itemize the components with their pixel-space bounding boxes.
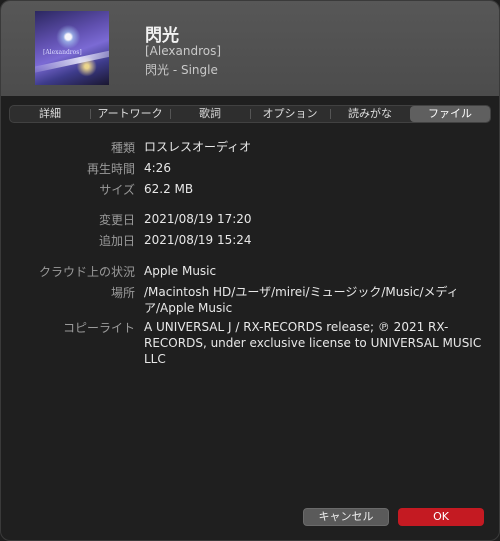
duration-value: 4:26 <box>144 161 171 175</box>
cloud-label: クラウド上の状況 <box>38 265 135 279</box>
song-title: 閃光 <box>145 26 179 46</box>
artwork-logo-text: [Alexandros] <box>43 49 82 56</box>
cloud-value: Apple Music <box>144 264 217 278</box>
kind-value: ロスレスオーディオ <box>144 140 252 154</box>
header: [Alexandros] 閃光 [Alexandros] 閃光 - Single <box>1 1 499 96</box>
kind-label: 種類 <box>110 141 135 155</box>
tab-artwork[interactable]: アートワーク <box>90 106 170 122</box>
modified-label: 変更日 <box>98 213 135 227</box>
song-info-window: [Alexandros] 閃光 [Alexandros] 閃光 - Single… <box>0 0 500 541</box>
album-name: 閃光 - Single <box>145 63 218 77</box>
size-label: サイズ <box>99 183 135 197</box>
location-label: 場所 <box>110 286 135 300</box>
added-value: 2021/08/19 15:24 <box>144 233 252 247</box>
added-label: 追加日 <box>98 234 135 248</box>
tab-details[interactable]: 詳細 <box>10 106 90 122</box>
artist-name: [Alexandros] <box>145 44 222 58</box>
cancel-button[interactable]: キャンセル <box>303 508 389 526</box>
tab-file[interactable]: ファイル <box>410 106 490 122</box>
tab-sorting[interactable]: 読みがな <box>330 106 410 122</box>
modified-value: 2021/08/19 17:20 <box>144 212 252 226</box>
copyright-label: コピーライト <box>62 321 135 335</box>
album-artwork: [Alexandros] <box>35 11 109 85</box>
size-value: 62.2 MB <box>144 182 194 196</box>
copyright-value: A UNIVERSAL J / RX-RECORDS release; ℗ 20… <box>144 320 482 366</box>
tab-lyrics[interactable]: 歌詞 <box>170 106 250 122</box>
duration-label: 再生時間 <box>86 162 135 176</box>
tab-options[interactable]: オプション <box>250 106 330 122</box>
ok-button[interactable]: OK <box>398 508 484 526</box>
location-value[interactable]: /Macintosh HD/ユーザ/mirei/ミュージック/Music/メディ… <box>144 284 484 316</box>
tab-bar: 詳細 アートワーク 歌詞 オプション 読みがな ファイル <box>9 105 491 123</box>
